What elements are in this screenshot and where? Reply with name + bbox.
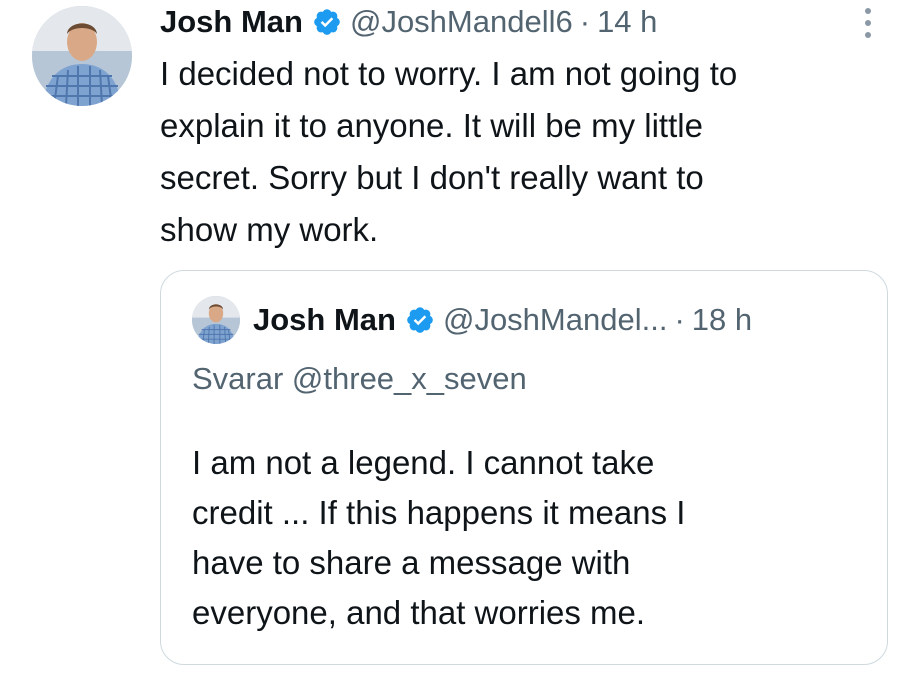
tweet-timestamp[interactable]: 14 h: [597, 4, 657, 40]
verified-badge-icon: [312, 7, 342, 37]
tweet-text: I decided not to worry. I am not going t…: [160, 55, 738, 248]
quoted-tweet-timestamp[interactable]: 18 h: [692, 302, 752, 338]
verified-badge-icon: [405, 305, 435, 335]
quoted-author-name[interactable]: Josh Man: [253, 302, 396, 338]
quoted-tweet-header: Josh Man @JoshMandel... · 18 h: [253, 300, 752, 340]
author-name[interactable]: Josh Man: [160, 4, 303, 40]
tweet-header: Josh Man @JoshMandell6 · 14 h: [160, 2, 657, 42]
author-avatar[interactable]: [32, 6, 132, 106]
more-options-icon[interactable]: [858, 6, 878, 40]
quoted-author-handle[interactable]: @JoshMandel...: [443, 302, 667, 338]
reply-context: Svarar @three_x_seven: [192, 361, 527, 396]
avatar-photo-icon: [32, 6, 132, 106]
quoted-author-avatar[interactable]: [192, 296, 240, 344]
author-handle[interactable]: @JoshMandell6: [350, 4, 573, 40]
quoted-tweet-card[interactable]: Josh Man @JoshMandel... · 18 h Svarar @t…: [160, 270, 888, 665]
quoted-tweet-text: I am not a legend. I cannot take credit …: [192, 444, 686, 631]
separator-dot: ·: [674, 302, 685, 337]
separator-dot: ·: [579, 4, 591, 39]
avatar-photo-icon: [192, 296, 240, 344]
